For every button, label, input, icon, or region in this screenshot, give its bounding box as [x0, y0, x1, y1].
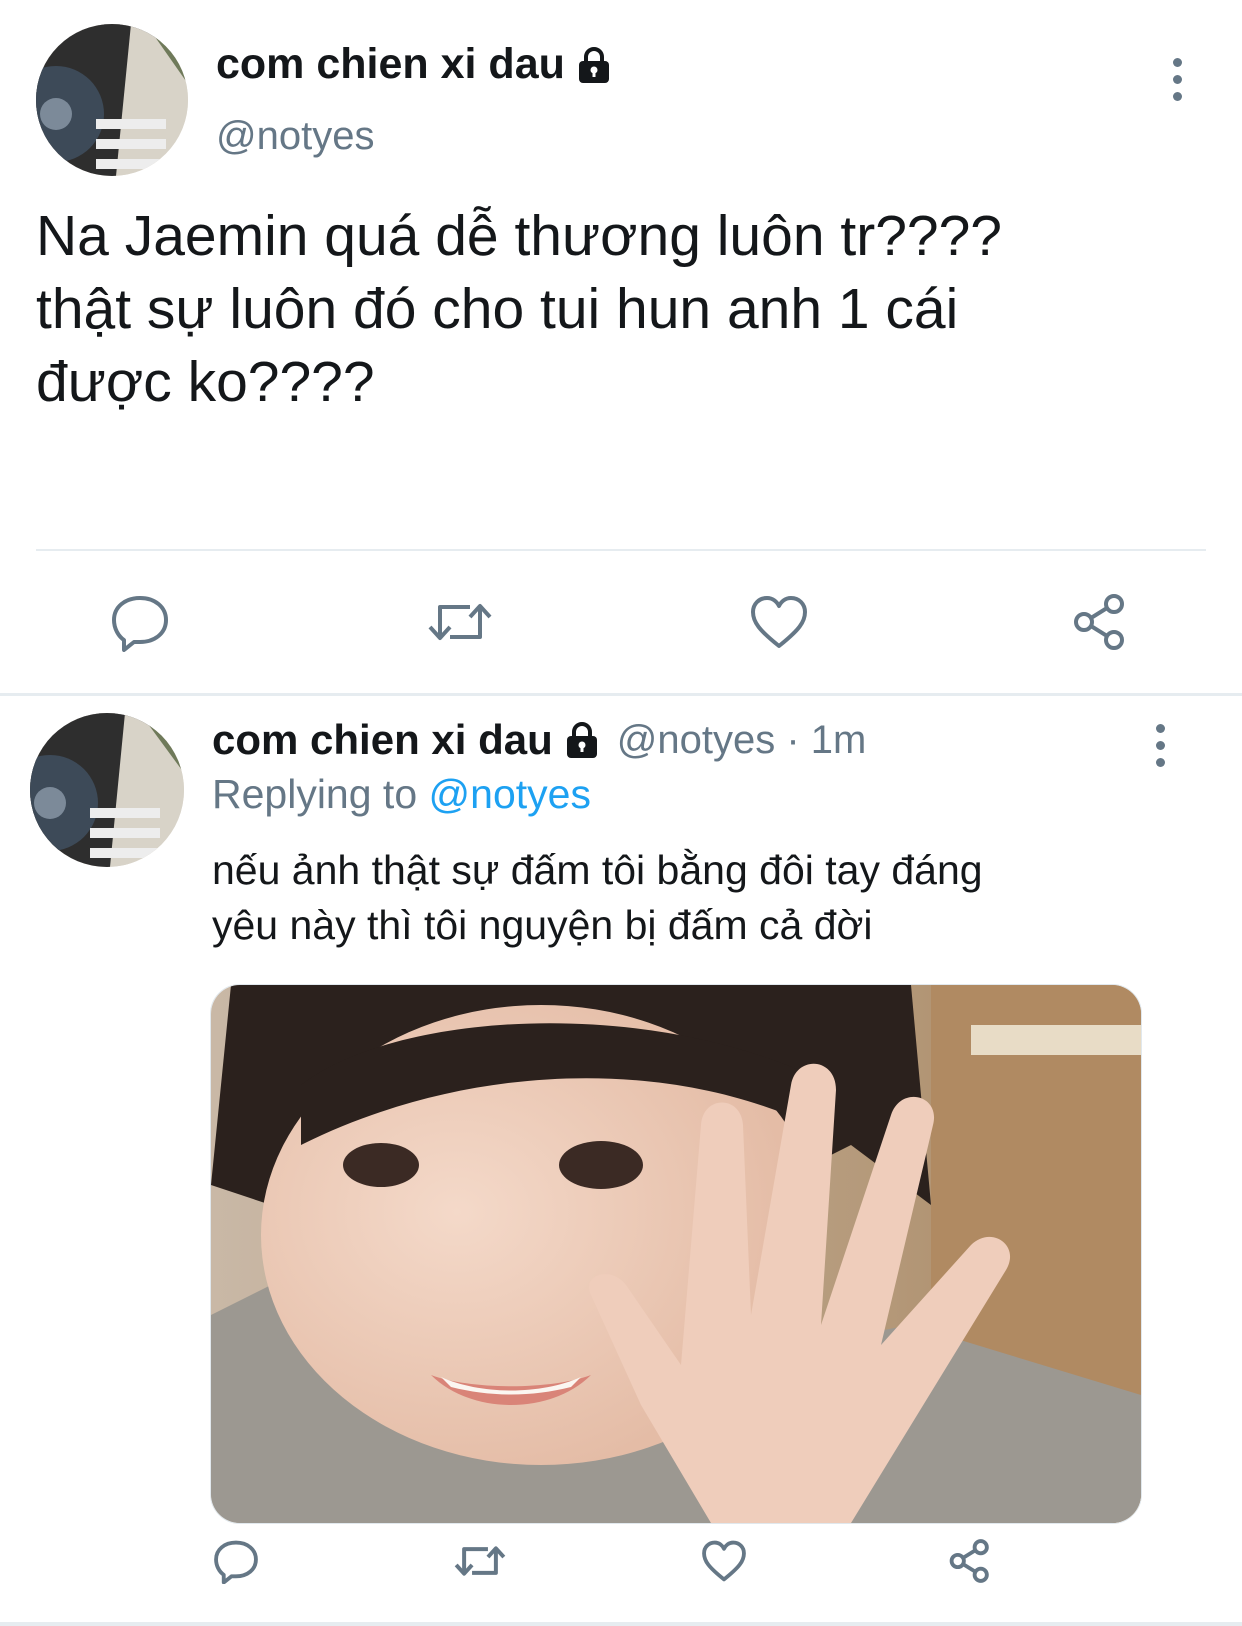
lock-icon	[563, 721, 601, 759]
reply-text: nếu ảnh thật sự đấm tôi bằng đôi tay đán…	[212, 847, 983, 948]
bottom-divider	[0, 1622, 1242, 1626]
like-icon[interactable]	[698, 1535, 750, 1587]
replying-to-label: Replying to	[212, 771, 418, 817]
reply-more-options-icon[interactable]	[1156, 724, 1165, 767]
retweet-icon[interactable]	[424, 587, 496, 657]
like-icon[interactable]	[743, 587, 815, 657]
main-tweet: com chien xi dau @notyes Na Jaemin quá d…	[0, 0, 1242, 695]
reply-action-bar	[0, 1535, 1242, 1605]
share-icon[interactable]	[944, 1535, 996, 1587]
author-avatar[interactable]	[36, 24, 188, 176]
reply-handle-time[interactable]: @notyes · 1m	[617, 718, 867, 763]
reply-header: com chien xi dau @notyes · 1m	[212, 716, 866, 764]
reply-icon[interactable]	[210, 1535, 262, 1587]
retweet-icon[interactable]	[452, 1535, 508, 1587]
lock-icon	[575, 46, 613, 84]
replying-to-mention[interactable]: @notyes	[429, 771, 591, 817]
author-display-name[interactable]: com chien xi dau	[216, 40, 565, 89]
tweet-text: Na Jaemin quá dễ thương luôn tr???? thật…	[36, 204, 1002, 414]
reply-author-name[interactable]: com chien xi dau	[212, 716, 553, 764]
section-divider	[0, 693, 1242, 696]
more-options-icon[interactable]	[1173, 58, 1182, 101]
author-name[interactable]: com chien xi dau	[216, 40, 613, 89]
share-icon[interactable]	[1064, 587, 1136, 657]
tweet-action-bar	[0, 587, 1242, 657]
replying-to: Replying to @notyes	[212, 771, 591, 818]
reply-icon[interactable]	[104, 587, 176, 657]
divider	[36, 549, 1206, 551]
reply-author-avatar[interactable]	[30, 713, 184, 867]
author-handle[interactable]: @notyes	[216, 114, 374, 159]
reply-photo[interactable]	[210, 984, 1142, 1524]
